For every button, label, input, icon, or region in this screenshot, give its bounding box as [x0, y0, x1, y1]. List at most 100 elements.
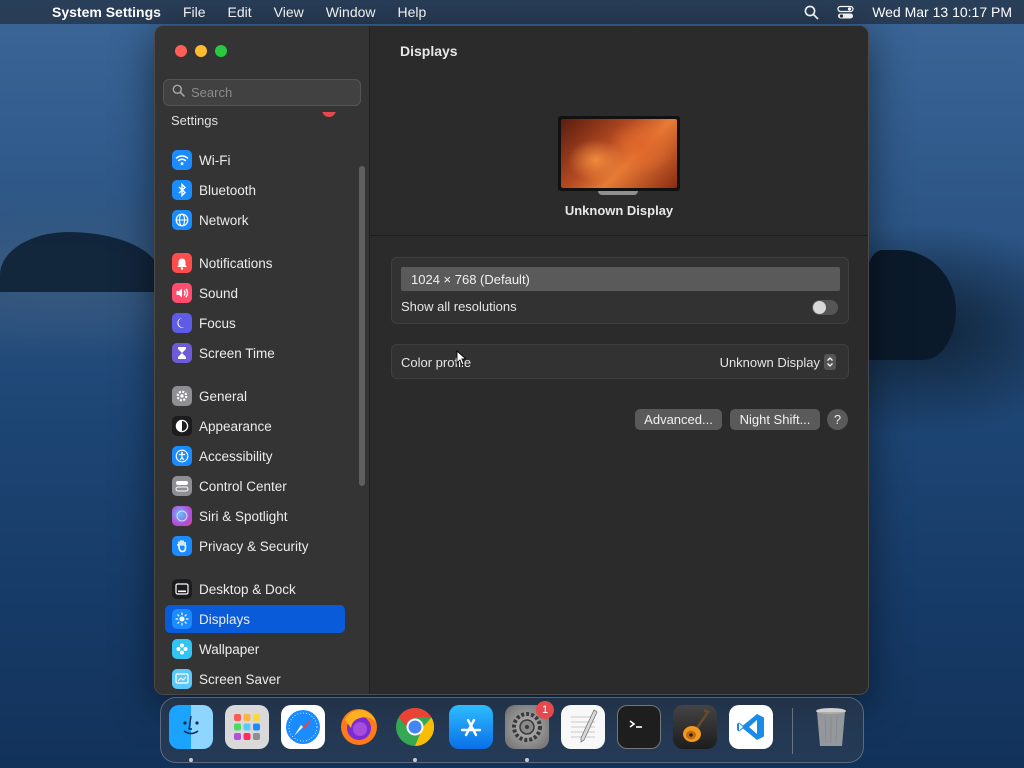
display-wallpaper-preview	[561, 119, 677, 188]
sidebar-item-displays[interactable]: Displays	[165, 605, 345, 633]
sidebar-item-siri-spotlight[interactable]: Siri & Spotlight	[165, 502, 345, 530]
system-settings-icon[interactable]: 1	[505, 701, 554, 749]
appearance-icon	[172, 416, 192, 436]
sidebar-item-label: Control Center	[199, 478, 287, 494]
minimize-window-button[interactable]	[195, 45, 207, 57]
show-all-resolutions-label: Show all resolutions	[401, 299, 517, 314]
sidebar-item-label: Sound	[199, 285, 239, 301]
dock-icon	[172, 579, 192, 599]
sidebar-item-wallpaper[interactable]: Wallpaper	[165, 635, 345, 663]
globe-icon	[172, 210, 192, 230]
display-stand	[598, 191, 638, 195]
menu-bar: System Settings File Edit View Window He…	[0, 0, 1024, 24]
dock: 1	[160, 697, 864, 763]
sidebar-scrollbar[interactable]	[359, 166, 365, 486]
menu-file[interactable]: File	[183, 4, 206, 20]
sidebar-list[interactable]: Settings Wi-Fi Bluetooth Network Notific…	[155, 112, 370, 694]
zoom-window-button[interactable]	[215, 45, 227, 57]
resolution-label: 1024 × 768 (Default)	[411, 271, 530, 287]
chevron-up-down-icon[interactable]	[824, 354, 836, 370]
wallpaper-island-right	[866, 250, 956, 360]
sidebar-item-notifications[interactable]: Notifications	[165, 249, 345, 277]
sidebar-item-label: Displays	[199, 611, 251, 627]
wallpaper-icon	[172, 639, 192, 659]
hourglass-icon	[172, 343, 192, 363]
sidebar-item-network[interactable]: Network	[165, 206, 345, 234]
sidebar-item-label: Bluetooth	[199, 182, 257, 198]
sidebar-item-label: Notifications	[199, 255, 273, 271]
menu-app-name[interactable]: System Settings	[52, 4, 161, 20]
sidebar-item-label: Siri & Spotlight	[199, 508, 288, 524]
sidebar-item-label: Screen Saver	[199, 671, 281, 687]
sidebar-item-label: Network	[199, 212, 249, 228]
menu-window[interactable]: Window	[326, 4, 376, 20]
spotlight-search-icon[interactable]	[804, 5, 819, 20]
menu-view[interactable]: View	[274, 4, 304, 20]
night-shift-button[interactable]: Night Shift...	[730, 409, 820, 430]
textedit-icon[interactable]	[561, 705, 605, 749]
sidebar-item-label: Focus	[199, 315, 236, 331]
search-box[interactable]	[163, 79, 361, 106]
close-window-button[interactable]	[175, 45, 187, 57]
sidebar-item-screen-saver[interactable]: Screen Saver	[165, 665, 345, 693]
running-indicator-finder	[189, 758, 193, 762]
trash-icon[interactable]	[809, 705, 853, 749]
vscode-icon[interactable]	[729, 705, 773, 749]
divider	[370, 235, 868, 236]
sidebar-item-label: General	[199, 388, 248, 404]
menu-edit[interactable]: Edit	[228, 4, 252, 20]
mouse-cursor-icon	[456, 349, 468, 371]
screen-saver-icon	[172, 669, 192, 689]
speaker-icon	[172, 283, 192, 303]
sidebar-item-cutoff[interactable]: Settings	[171, 113, 218, 128]
display-name: Unknown Display	[564, 203, 674, 218]
menubar-clock[interactable]: Wed Mar 13 10:17 PM	[872, 4, 1012, 20]
sidebar-item-label: Screen Time	[199, 345, 275, 361]
sidebar-item-desktop-dock[interactable]: Desktop & Dock	[165, 575, 345, 603]
dock-separator	[792, 708, 793, 754]
sidebar-item-screen-time[interactable]: Screen Time	[165, 339, 345, 367]
bell-icon	[172, 253, 192, 273]
sidebar-item-focus[interactable]: Focus	[165, 309, 345, 337]
control-center-menubar-icon[interactable]	[837, 5, 854, 20]
launchpad-icon[interactable]	[225, 705, 269, 749]
bluetooth-icon	[172, 180, 192, 200]
gear-icon	[172, 386, 192, 406]
help-button[interactable]: ?	[827, 409, 848, 430]
sidebar-item-wifi[interactable]: Wi-Fi	[165, 146, 345, 174]
sidebar-item-label: Privacy & Security	[199, 538, 309, 554]
accessibility-icon	[172, 446, 192, 466]
search-input[interactable]	[191, 85, 351, 100]
resolution-option-selected[interactable]: 1024 × 768 (Default)	[401, 267, 840, 291]
notification-badge	[322, 112, 336, 117]
resolution-group: 1024 × 768 (Default) Show all resolution…	[391, 257, 849, 324]
display-thumbnail[interactable]	[558, 116, 680, 191]
show-all-resolutions-toggle[interactable]	[812, 300, 838, 315]
advanced-button[interactable]: Advanced...	[635, 409, 722, 430]
firefox-icon[interactable]	[337, 705, 381, 749]
color-profile-select[interactable]: Unknown Display	[720, 355, 820, 370]
sun-icon	[172, 609, 192, 629]
search-icon	[172, 84, 185, 102]
wifi-icon	[172, 150, 192, 170]
page-title: Displays	[400, 43, 458, 59]
running-indicator-system-settings	[525, 758, 529, 762]
sidebar-item-privacy-security[interactable]: Privacy & Security	[165, 532, 345, 560]
sidebar-item-general[interactable]: General	[165, 382, 345, 410]
safari-icon[interactable]	[281, 705, 325, 749]
chrome-icon[interactable]	[393, 705, 437, 749]
displays-pane: Displays Unknown Display 1024 × 768 (Def…	[370, 26, 868, 694]
menu-help[interactable]: Help	[398, 4, 427, 20]
sidebar-item-accessibility[interactable]: Accessibility	[165, 442, 345, 470]
finder-icon[interactable]	[169, 705, 213, 749]
sidebar-item-bluetooth[interactable]: Bluetooth	[165, 176, 345, 204]
garageband-icon[interactable]	[673, 705, 717, 749]
terminal-icon[interactable]	[617, 705, 661, 749]
app-store-icon[interactable]	[449, 705, 493, 749]
system-settings-window: Settings Wi-Fi Bluetooth	[154, 25, 869, 695]
sidebar-item-appearance[interactable]: Appearance	[165, 412, 345, 440]
sidebar-item-label: Appearance	[199, 418, 272, 434]
dock-badge: 1	[536, 701, 554, 719]
sidebar-item-sound[interactable]: Sound	[165, 279, 345, 307]
sidebar-item-control-center[interactable]: Control Center	[165, 472, 345, 500]
